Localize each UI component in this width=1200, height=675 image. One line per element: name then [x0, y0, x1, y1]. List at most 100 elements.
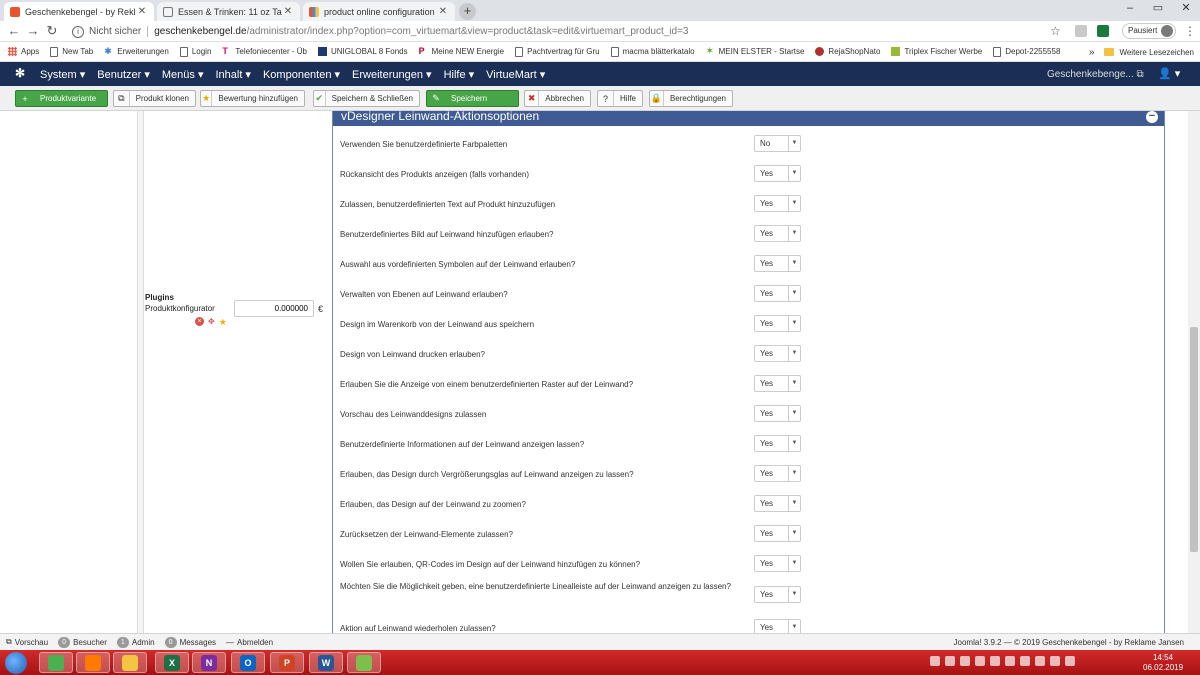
remove-icon[interactable]: × [195, 317, 204, 326]
product-variant-button[interactable]: + Produktvariante [15, 90, 108, 107]
tray-outlook-icon[interactable] [930, 656, 940, 666]
bookmark-pachtvertrag[interactable]: Pachtvertrag für Gru [515, 46, 600, 57]
close-icon[interactable]: ✕ [437, 6, 449, 17]
taskbar-app-excel[interactable]: X [155, 652, 189, 673]
start-button[interactable] [5, 652, 27, 674]
option-select[interactable]: Yes ▼ [754, 619, 801, 633]
tab-geschenkebengel[interactable]: Geschenkebengel - by Reklame Ja ✕ [4, 2, 154, 21]
bookmark-apps[interactable]: Apps [8, 47, 39, 56]
tray-sync-icon[interactable] [960, 656, 970, 666]
close-icon[interactable]: ✕ [136, 6, 148, 17]
option-select[interactable]: Yes ▼ [754, 255, 801, 272]
extension-icon[interactable] [1097, 25, 1109, 37]
close-icon[interactable]: ✕ [282, 6, 294, 17]
cancel-button[interactable]: ✖ Abbrechen [524, 90, 591, 107]
menu-erweiterungen[interactable]: Erweiterungen ▾ [352, 68, 432, 81]
tray-volume-icon[interactable] [1065, 656, 1075, 666]
taskbar-app-word[interactable]: W [309, 652, 343, 673]
option-select[interactable]: Yes ▼ [754, 375, 801, 392]
bookmark-telefoniecenter[interactable]: T Telefoniecenter - Üb [222, 47, 307, 57]
pdf-extension-icon[interactable] [1075, 25, 1087, 37]
option-select[interactable]: Yes ▼ [754, 525, 801, 542]
new-tab-button[interactable]: + [459, 3, 476, 20]
bookmark-depot[interactable]: Depot-2255558 [993, 46, 1060, 57]
info-icon[interactable]: i [72, 25, 84, 38]
menu-benutzer[interactable]: Benutzer ▾ [97, 68, 150, 81]
taskbar-clock[interactable]: 14:54 06.02.2019 [1143, 653, 1183, 673]
menu-komponenten[interactable]: Komponenten ▾ [263, 68, 340, 81]
permissions-button[interactable]: 🔒 Berechtigungen [649, 90, 733, 107]
option-select[interactable]: Yes ▼ [754, 465, 801, 482]
minimize-icon[interactable]: – [1116, 0, 1144, 19]
option-select[interactable]: Yes ▼ [754, 225, 801, 242]
user-menu-icon[interactable]: 👤 ▾ [1158, 67, 1180, 80]
menu-virtuemart[interactable]: VirtueMart ▾ [486, 68, 545, 81]
bookmarks-more-button[interactable]: » [1089, 47, 1095, 58]
logout-link[interactable]: — Abmelden [226, 638, 273, 647]
tab-essen-trinken[interactable]: Essen & Trinken: 11 oz Tasse Pro ✕ [157, 2, 300, 21]
joomla-logo-icon[interactable]: ✻ [15, 67, 27, 79]
tray-cloud-icon[interactable] [945, 656, 955, 666]
taskbar-app-onenote[interactable]: N [192, 652, 226, 673]
menu-menues[interactable]: Menüs ▾ [162, 68, 204, 81]
preview-link[interactable]: ⧉ Vorschau [6, 637, 48, 647]
option-select[interactable]: Yes ▼ [754, 315, 801, 332]
option-select[interactable]: No ▼ [754, 135, 801, 152]
reload-icon[interactable]: ↻ [44, 23, 60, 39]
site-link[interactable]: Geschenkebenge... ⧉ [1047, 69, 1144, 80]
option-select[interactable]: Yes ▼ [754, 285, 801, 302]
tray-flag-icon[interactable] [1035, 656, 1045, 666]
bookmark-triplex[interactable]: Triplex Fischer Werbe [891, 47, 982, 56]
menu-system[interactable]: System ▾ [40, 68, 85, 81]
taskbar-app-firefox[interactable] [76, 652, 110, 673]
bookmark-rejashop[interactable]: RejaShopNato [815, 47, 880, 56]
option-select[interactable]: Yes ▼ [754, 165, 801, 182]
bookmark-star-icon[interactable]: ☆ [1050, 24, 1061, 38]
tray-usb-icon[interactable] [990, 656, 1000, 666]
profile-paused-button[interactable]: Pausiert [1122, 23, 1176, 39]
option-select[interactable]: Yes ▼ [754, 195, 801, 212]
tray-bluetooth-icon[interactable] [975, 656, 985, 666]
save-button[interactable]: ✎ Speichern [426, 90, 519, 107]
tray-network-icon[interactable] [1005, 656, 1015, 666]
forward-arrow-icon[interactable]: → [25, 23, 41, 39]
maximize-icon[interactable]: ▭ [1144, 0, 1172, 19]
bookmark-uniglobal[interactable]: UNIGLOBAL 8 Fonds [317, 47, 408, 56]
taskbar-app-chrome[interactable] [39, 652, 73, 673]
bookmark-login[interactable]: Login [179, 46, 211, 57]
option-select[interactable]: Yes ▼ [754, 435, 801, 452]
move-icon[interactable]: ✥ [208, 317, 215, 328]
window-close-icon[interactable]: ✕ [1172, 0, 1200, 19]
taskbar-app-explorer[interactable] [113, 652, 147, 673]
taskbar-app-powerpoint[interactable]: P [270, 652, 304, 673]
tab-product-configuration[interactable]: product online configuration not ✕ [303, 2, 455, 21]
menu-hilfe[interactable]: Hilfe ▾ [444, 68, 475, 81]
option-select[interactable]: Yes ▼ [754, 345, 801, 362]
messages-link[interactable]: 0 Messages [164, 636, 216, 648]
clone-product-button[interactable]: ⧉ Produkt klonen [113, 90, 196, 107]
add-review-button[interactable]: ★ Bewertung hinzufügen [200, 90, 305, 107]
bookmark-elster[interactable]: ✶ MEIN ELSTER - Startse [706, 47, 805, 57]
option-select[interactable]: Yes ▼ [754, 555, 801, 572]
bookmark-macma[interactable]: macma blätterkatalo [610, 46, 695, 57]
bookmark-erweiterungen[interactable]: ✱ Erweiterungen [104, 47, 169, 57]
url-field[interactable]: i Nicht sicher geschenkebengel.de /admin… [66, 23, 1071, 40]
page-scrollbar[interactable] [1188, 111, 1200, 633]
price-input[interactable] [234, 300, 314, 317]
option-select[interactable]: Yes ▼ [754, 405, 801, 422]
option-select[interactable]: Yes ▼ [754, 586, 801, 603]
browser-menu-icon[interactable]: ⋮ [1184, 24, 1196, 38]
taskbar-app-outlook[interactable]: O [231, 652, 265, 673]
bookmark-new-tab[interactable]: New Tab [50, 46, 93, 57]
taskbar-app-notepad[interactable] [347, 652, 381, 673]
tray-display-icon[interactable] [1050, 656, 1060, 666]
option-select[interactable]: Yes ▼ [754, 495, 801, 512]
favorite-star-icon[interactable]: ★ [219, 317, 227, 328]
menu-inhalt[interactable]: Inhalt ▾ [215, 68, 251, 81]
back-arrow-icon[interactable]: ← [6, 23, 22, 39]
save-close-button[interactable]: ✔ Speichern & Schließen [313, 90, 420, 107]
other-bookmarks-button[interactable]: Weitere Lesezeichen [1119, 48, 1194, 57]
collapse-icon[interactable]: − [1146, 111, 1158, 123]
scrollbar-thumb[interactable] [1190, 327, 1198, 552]
bookmark-new-energie[interactable]: P Meine NEW Energie [419, 47, 504, 57]
